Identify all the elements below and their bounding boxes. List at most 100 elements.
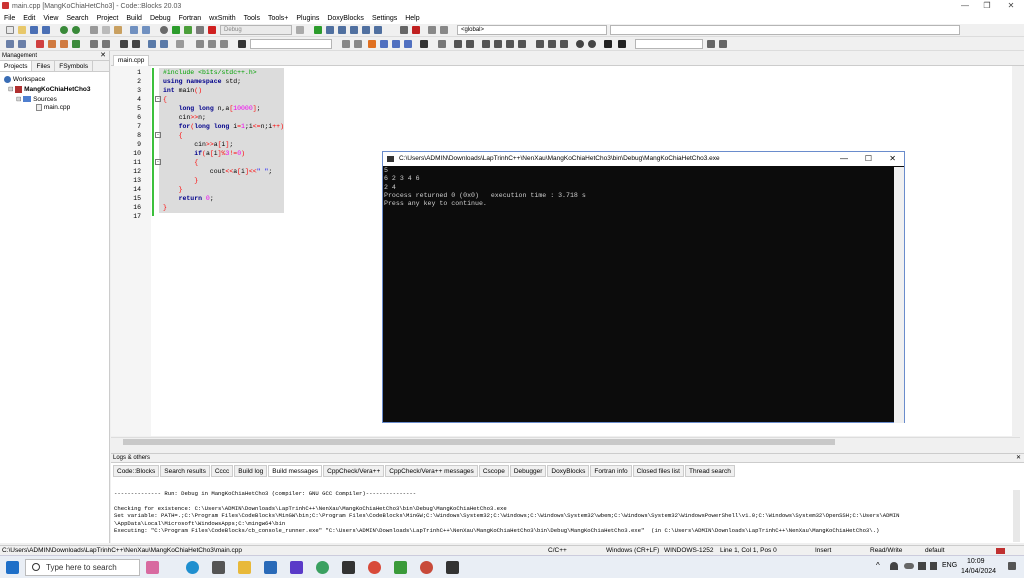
codeblocks-icon[interactable] xyxy=(394,561,407,574)
menu-fortran[interactable]: Fortran xyxy=(179,15,202,22)
console-close-button[interactable]: ✕ xyxy=(889,152,896,166)
menu-plugins[interactable]: Plugins xyxy=(296,15,319,22)
mail-icon[interactable] xyxy=(264,561,277,574)
close-icon[interactable]: ✕ xyxy=(100,51,106,61)
search-next-icon[interactable] xyxy=(354,40,362,48)
toggle-comment-icon[interactable] xyxy=(90,40,98,48)
scrollbar-thumb[interactable] xyxy=(123,439,835,445)
stop-debug-icon[interactable] xyxy=(412,26,420,34)
menu-file[interactable]: File xyxy=(4,15,15,22)
console-window[interactable]: C:\Users\ADMIN\Downloads\LapTrinhC++\Nen… xyxy=(382,151,905,423)
doxy-find-icon[interactable] xyxy=(707,40,715,48)
box-comment-icon[interactable] xyxy=(148,40,156,48)
undo-icon[interactable] xyxy=(60,26,68,34)
back-icon[interactable] xyxy=(6,40,14,48)
tab-fortran-info[interactable]: Fortran info xyxy=(590,465,632,477)
wx-grid-icon[interactable] xyxy=(494,40,502,48)
menu-doxyblocks[interactable]: DoxyBlocks xyxy=(327,15,364,22)
regex-icon[interactable] xyxy=(404,40,412,48)
console-scrollbar[interactable] xyxy=(894,167,904,423)
wx-flex-icon[interactable] xyxy=(506,40,514,48)
symbol-select[interactable] xyxy=(610,25,960,35)
pause-icon[interactable] xyxy=(400,26,408,34)
chrome-icon[interactable] xyxy=(368,561,381,574)
character-icon[interactable] xyxy=(146,561,159,574)
expand-icon[interactable]: ⊟ xyxy=(8,86,13,93)
menu-debug[interactable]: Debug xyxy=(150,15,171,22)
vertical-scrollbar[interactable] xyxy=(1012,66,1020,436)
rebuild-icon[interactable] xyxy=(196,26,204,34)
run-to-cursor-icon[interactable] xyxy=(326,26,334,34)
target-options-icon[interactable] xyxy=(296,26,304,34)
menu-help[interactable]: Help xyxy=(405,15,419,22)
file-explorer-icon[interactable] xyxy=(238,561,251,574)
tab-build-log[interactable]: Build log xyxy=(234,465,268,477)
console-taskbar-icon[interactable] xyxy=(446,561,459,574)
tree-workspace[interactable]: Workspace xyxy=(4,76,45,83)
clock-time[interactable]: 10:09 xyxy=(967,558,985,565)
maximize-button[interactable]: ❐ xyxy=(976,0,998,12)
next-bookmark-icon[interactable] xyxy=(60,40,68,48)
wifi-icon[interactable] xyxy=(890,562,898,570)
tree-sources[interactable]: ⊟ Sources xyxy=(16,95,57,103)
media-icon[interactable] xyxy=(290,561,303,574)
language-indicator[interactable]: ENG xyxy=(942,562,957,569)
console-minimize-button[interactable]: — xyxy=(840,152,848,166)
highlight-marker-icon[interactable] xyxy=(368,40,376,48)
build-run-icon[interactable] xyxy=(184,26,192,34)
debug-run-icon[interactable] xyxy=(314,26,322,34)
tab-build-messages[interactable]: Build messages xyxy=(268,465,323,477)
cursor-icon[interactable] xyxy=(420,40,428,48)
abort-icon[interactable] xyxy=(208,26,216,34)
fold-marker[interactable]: - xyxy=(155,159,161,165)
menu-edit[interactable]: Edit xyxy=(23,15,35,22)
open-file-icon[interactable] xyxy=(18,26,26,34)
wx-button-icon[interactable] xyxy=(536,40,544,48)
new-file-icon[interactable] xyxy=(6,26,14,34)
vpn-icon[interactable] xyxy=(316,561,329,574)
volume-icon[interactable] xyxy=(930,562,937,570)
highlight-icon[interactable] xyxy=(160,40,168,48)
tab-closed-files[interactable]: Closed files list xyxy=(632,465,684,477)
wx-frame-icon[interactable] xyxy=(438,40,446,48)
tray-chevron-icon[interactable]: ^ xyxy=(876,561,880,570)
tab-cscope[interactable]: Cscope xyxy=(478,465,509,477)
windows-start-icon[interactable] xyxy=(6,561,19,574)
last-jump-icon[interactable] xyxy=(220,40,228,48)
save-all-icon[interactable] xyxy=(42,26,50,34)
zoom-in-icon[interactable] xyxy=(576,40,584,48)
tab-cppcheck[interactable]: CppCheck/Vera++ xyxy=(323,465,385,477)
tab-cppcheck-messages[interactable]: CppCheck/Vera++ messages xyxy=(385,465,478,477)
step-into-icon[interactable] xyxy=(350,26,358,34)
tab-projects[interactable]: Projects xyxy=(0,61,33,71)
stream-comment-icon[interactable] xyxy=(132,40,140,48)
build-target-select[interactable]: Debug xyxy=(220,25,292,35)
wx-static-icon[interactable] xyxy=(518,40,526,48)
tab-files[interactable]: Files xyxy=(32,61,56,71)
prev-bookmark-icon[interactable] xyxy=(48,40,56,48)
tab-main-cpp[interactable]: main.cpp xyxy=(113,55,150,66)
clear-bookmarks-icon[interactable] xyxy=(72,40,80,48)
doxy-options-icon[interactable] xyxy=(719,40,727,48)
tab-doxyblocks[interactable]: DoxyBlocks xyxy=(547,465,590,477)
select-marker-icon[interactable] xyxy=(380,40,388,48)
bookmark-icon[interactable] xyxy=(36,40,44,48)
tab-debugger[interactable]: Debugger xyxy=(509,465,547,477)
doxy-search-input[interactable] xyxy=(635,39,703,49)
tab-cccc[interactable]: Cccc xyxy=(210,465,234,477)
tab-codeblocks[interactable]: Code::Blocks xyxy=(113,465,160,477)
menu-settings[interactable]: Settings xyxy=(372,15,397,22)
menu-tools-plus[interactable]: Tools+ xyxy=(268,15,288,22)
uncomment-icon[interactable] xyxy=(102,40,110,48)
tab-thread-search[interactable]: Thread search xyxy=(685,465,735,477)
jump-forward-icon[interactable] xyxy=(208,40,216,48)
build-icon[interactable] xyxy=(160,26,168,34)
info-icon[interactable] xyxy=(440,26,448,34)
notification-icon[interactable] xyxy=(1008,562,1016,570)
tree-file-main[interactable]: main.cpp xyxy=(36,104,70,111)
copy-icon[interactable] xyxy=(102,26,110,34)
replace-icon[interactable] xyxy=(142,26,150,34)
menu-tools[interactable]: Tools xyxy=(244,15,260,22)
fold-marker[interactable]: - xyxy=(155,132,161,138)
minimize-button[interactable]: — xyxy=(954,0,976,12)
